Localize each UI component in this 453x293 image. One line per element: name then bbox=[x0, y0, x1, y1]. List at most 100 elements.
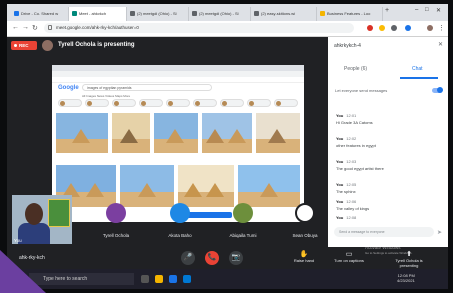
message-time: 12:03 bbox=[346, 159, 357, 164]
browser-tab[interactable]: Business Features - Loo bbox=[317, 7, 383, 21]
meet-icon bbox=[72, 11, 77, 16]
participant-tile[interactable]: Akota Baho bbox=[149, 195, 211, 244]
filter-chip bbox=[112, 99, 136, 107]
avatar bbox=[106, 203, 126, 223]
participant-name: Abiqaila Tumi bbox=[229, 233, 257, 238]
participant-name: Akota Baho bbox=[168, 233, 192, 238]
message-body: The valley of kings bbox=[336, 206, 370, 211]
participant-tile[interactable]: Tyrell Ochola bbox=[85, 195, 147, 244]
chip-thumb bbox=[276, 101, 281, 106]
extension-icon[interactable] bbox=[379, 25, 385, 31]
message-sender: You bbox=[336, 199, 344, 204]
chat-message: You 12:01 Hi Grade 3A Catoms bbox=[336, 113, 373, 125]
tab-chat[interactable]: Chat bbox=[412, 66, 423, 72]
chip-thumb bbox=[168, 101, 173, 106]
chat-message: You 12:02 other features in egypt bbox=[336, 136, 376, 148]
chip-thumb bbox=[87, 101, 92, 106]
record-icon bbox=[14, 44, 17, 47]
avatar bbox=[170, 203, 190, 223]
reload-icon[interactable]: ↻ bbox=[32, 24, 38, 32]
person-shirt bbox=[18, 223, 50, 244]
tab-label: (2) easy-skitions.wi bbox=[261, 11, 296, 16]
menu-icon[interactable]: ⋮ bbox=[438, 24, 445, 32]
chip-thumb bbox=[114, 101, 119, 106]
panel-title: ahkrkykch-4 bbox=[334, 43, 361, 49]
close-icon[interactable]: ✕ bbox=[436, 7, 441, 14]
captions-button[interactable]: ▭ Turn on captions bbox=[329, 250, 369, 263]
chat-input[interactable]: Send a message to everyone bbox=[334, 227, 434, 237]
participant-tile[interactable]: Sean Obuya bbox=[274, 195, 336, 244]
chat-message: You 12:08 bbox=[336, 215, 356, 220]
pyramid-image bbox=[56, 113, 108, 153]
chip-thumb bbox=[249, 101, 254, 106]
maximize-icon[interactable]: □ bbox=[425, 7, 429, 13]
message-body: Hi Grade 3A Catoms bbox=[336, 120, 373, 125]
pyramid-shape bbox=[268, 129, 286, 143]
chat-message: You 12:05 The sphinx bbox=[336, 182, 356, 194]
meet-stage: REC Tyrell Ochola is presenting Google i… bbox=[7, 37, 328, 247]
filter-chip bbox=[247, 99, 271, 107]
drive-icon bbox=[14, 11, 19, 16]
mic-button[interactable]: 🎤 bbox=[181, 251, 195, 265]
google-logo: Google bbox=[58, 85, 79, 91]
raise-hand-label: Raise hand bbox=[293, 258, 315, 263]
url-field[interactable]: meet.google.com/ahk-rky-kch/authuser=0 bbox=[44, 23, 354, 33]
browser-tab[interactable]: (2) meetgdi (Ohio) - Sl bbox=[189, 7, 251, 21]
chip-thumb bbox=[222, 101, 227, 106]
participant-tile[interactable]: Abiqaila Tumi bbox=[212, 195, 274, 244]
rec-badge: REC bbox=[11, 41, 37, 50]
side-panel: ahkrkykch-4 ✕ People (6) Chat Let everyo… bbox=[328, 37, 448, 247]
message-sender: You bbox=[336, 182, 344, 187]
activate-windows-watermark: Activate Windows Go to Settings to activ… bbox=[365, 245, 412, 256]
windows-taskbar: Type here to search 12:08 PM 4/23/2021 bbox=[7, 269, 448, 289]
pyramid-shape bbox=[206, 129, 224, 143]
back-icon[interactable]: ← bbox=[12, 24, 19, 31]
message-time: 12:02 bbox=[346, 136, 357, 141]
message-time: 12:08 bbox=[346, 215, 357, 220]
page-icon bbox=[192, 11, 197, 16]
message-body: The good egypt artist there bbox=[336, 166, 384, 171]
camera-button[interactable]: 📷 bbox=[229, 251, 243, 265]
toggle-label: Let everyone send messages bbox=[335, 88, 388, 93]
browser-tab-bar: Drive - Co. Shared w Meet - ahkvkch (2) … bbox=[7, 4, 448, 21]
minimize-icon[interactable]: – bbox=[415, 7, 418, 13]
pyramid-image bbox=[154, 113, 198, 153]
browser-tab-active[interactable]: Meet - ahkvkch bbox=[69, 7, 127, 21]
tab-label: Business Features - Loo bbox=[327, 11, 371, 16]
chrome-icon[interactable] bbox=[169, 275, 177, 283]
extension-icon[interactable] bbox=[367, 25, 373, 31]
extension-icon[interactable] bbox=[391, 25, 397, 31]
end-call-button[interactable]: 📞 bbox=[205, 251, 219, 265]
browser-tab[interactable]: (2) meetgdi (Ohio) - Sl bbox=[127, 7, 189, 21]
send-icon[interactable]: ➤ bbox=[437, 229, 442, 236]
avatar bbox=[42, 40, 53, 51]
file-explorer-icon[interactable] bbox=[155, 275, 163, 283]
browser-tab[interactable]: (2) easy-skitions.wi bbox=[251, 7, 317, 21]
new-tab-button[interactable]: + bbox=[385, 7, 389, 14]
captions-icon: ▭ bbox=[345, 251, 353, 258]
extension-icon[interactable] bbox=[405, 25, 411, 31]
address-bar: ← → ↻ meet.google.com/ahk-rky-kch/authus… bbox=[7, 21, 448, 37]
filter-chip bbox=[166, 99, 190, 107]
url-text: meet.google.com/ahk-rky-kch/authuser=0 bbox=[56, 25, 139, 30]
raise-hand-button[interactable]: ✋ Raise hand bbox=[289, 250, 319, 263]
chip-thumb bbox=[141, 101, 146, 106]
chat-message: You 12:03 The good egypt artist there bbox=[336, 159, 384, 171]
close-icon[interactable]: ✕ bbox=[438, 41, 443, 48]
task-view-icon[interactable] bbox=[141, 275, 149, 283]
tab-label: (2) meetgdi (Ohio) - Sl bbox=[199, 11, 239, 16]
forward-icon[interactable]: → bbox=[22, 24, 29, 31]
tab-people[interactable]: People (6) bbox=[344, 66, 367, 72]
browser-tab[interactable]: Drive - Co. Shared w bbox=[11, 7, 69, 21]
edge-icon[interactable] bbox=[183, 275, 191, 283]
chip-thumb bbox=[60, 101, 65, 106]
system-clock[interactable]: 12:08 PM 4/23/2021 bbox=[397, 273, 415, 283]
person-face bbox=[25, 203, 43, 225]
filter-chip bbox=[193, 99, 217, 107]
present-label: Tyrell Ochola is presenting bbox=[395, 258, 423, 268]
pyramid-image bbox=[112, 113, 150, 153]
profile-avatar[interactable] bbox=[427, 25, 433, 31]
watermark-line2: Go to Settings to activate Windows. bbox=[365, 251, 413, 255]
send-messages-toggle[interactable] bbox=[432, 87, 443, 93]
chat-message: You 12:06 The valley of kings bbox=[336, 199, 369, 211]
